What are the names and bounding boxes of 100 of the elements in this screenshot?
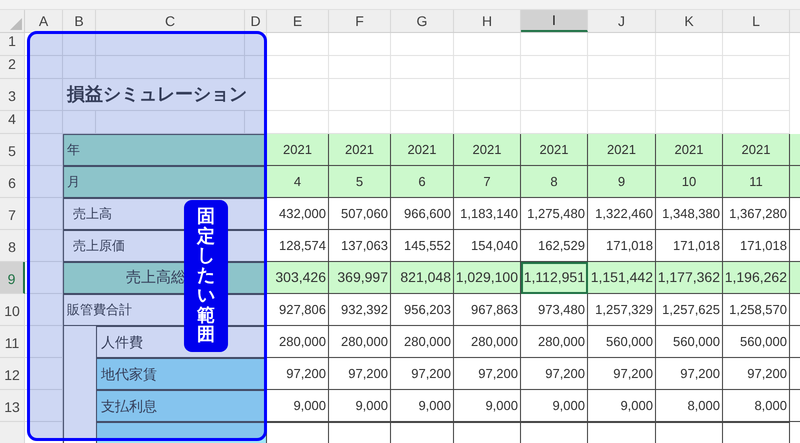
empty-cell [588, 33, 656, 56]
table-cell: 1,112,951 [521, 262, 588, 294]
row-header[interactable]: 10 [0, 294, 25, 326]
empty-cell [267, 33, 329, 56]
empty-cell [391, 56, 454, 79]
table-cell: 8,000 [656, 390, 723, 422]
table-cell: 6 [391, 166, 454, 198]
column-header[interactable]: L [723, 10, 790, 32]
table-cell: 8 [521, 166, 588, 198]
table-cell: 171,018 [723, 230, 790, 262]
empty-cell [723, 56, 790, 79]
table-cell: 1,257,329 [588, 294, 656, 326]
table-cell: 154,040 [454, 230, 521, 262]
row-header[interactable]: 9 [0, 262, 25, 294]
table-cell: 145,552 [391, 230, 454, 262]
table-cell: 128,574 [267, 230, 329, 262]
table-cell: 1,257,625 [656, 294, 723, 326]
table-cell: 2021 [723, 134, 790, 166]
table-cell: 927,806 [267, 294, 329, 326]
column-header[interactable]: D [245, 10, 267, 32]
empty-cell [267, 56, 329, 79]
table-cell: 7 [454, 166, 521, 198]
table-cell: 10 [656, 166, 723, 198]
table-cell: 月 [63, 166, 267, 198]
table-cell: 9,000 [521, 390, 588, 422]
empty-cell [656, 56, 723, 79]
table-cell: 1,151,442 [588, 262, 656, 294]
table-cell: 171,018 [588, 230, 656, 262]
empty-cell [723, 79, 790, 111]
column-header[interactable]: F [329, 10, 391, 32]
table-cell: 2021 [656, 134, 723, 166]
empty-cell [656, 33, 723, 56]
table-cell: 9,000 [329, 390, 391, 422]
row-header[interactable]: 6 [0, 166, 25, 198]
row-header[interactable]: 1 [0, 33, 25, 56]
row-header[interactable]: 3 [0, 79, 25, 111]
frozen-range-label: 固定したい範囲 [184, 200, 228, 352]
table-cell: 560,000 [723, 326, 790, 358]
empty-cell [329, 79, 391, 111]
column-header[interactable]: J [588, 10, 656, 32]
table-cell: 年 [63, 134, 267, 166]
empty-cell [588, 56, 656, 79]
table-cell: 171,018 [656, 230, 723, 262]
table-cell: 2021 [267, 134, 329, 166]
table-cell: 9,000 [588, 390, 656, 422]
table-cell: 97,200 [723, 358, 790, 390]
table-cell: 9,000 [267, 390, 329, 422]
row-header[interactable]: 7 [0, 198, 25, 230]
table-cell: 97,200 [656, 358, 723, 390]
table-cell: 369,997 [329, 262, 391, 294]
column-header[interactable]: B [63, 10, 96, 32]
column-header[interactable]: A [25, 10, 63, 32]
table-cell: 1,348,380 [656, 198, 723, 230]
column-header[interactable]: I [521, 10, 588, 32]
table-cell: 280,000 [329, 326, 391, 358]
table-cell: 2021 [521, 134, 588, 166]
table-cell: 932,392 [329, 294, 391, 326]
table-cell: 1,029,100 [454, 262, 521, 294]
table-cell: 162,529 [521, 230, 588, 262]
table-cell: 432,000 [267, 198, 329, 230]
row-header[interactable]: 4 [0, 111, 25, 134]
table-cell: 2021 [454, 134, 521, 166]
table-cell: 9,000 [454, 390, 521, 422]
empty-cell [454, 33, 521, 56]
row-header[interactable]: 12 [0, 358, 25, 390]
empty-cell [521, 79, 588, 111]
empty-cell [454, 56, 521, 79]
table-cell: 1,196,262 [723, 262, 790, 294]
empty-cell [588, 79, 656, 111]
table-cell: 地代家賃 [96, 358, 267, 390]
table-cell: 97,200 [391, 358, 454, 390]
table-cell: 507,060 [329, 198, 391, 230]
table-cell: 1,177,362 [656, 262, 723, 294]
table-cell: 2021 [588, 134, 656, 166]
table-cell: 11 [723, 166, 790, 198]
row-header[interactable]: 5 [0, 134, 25, 166]
table-cell: 280,000 [391, 326, 454, 358]
table-cell: 560,000 [588, 326, 656, 358]
table-cell: 956,203 [391, 294, 454, 326]
table-cell: 821,048 [391, 262, 454, 294]
select-all-icon[interactable] [10, 18, 22, 30]
column-header[interactable]: C [96, 10, 245, 32]
row-header[interactable]: 8 [0, 230, 25, 262]
column-header[interactable]: K [656, 10, 723, 32]
table-cell: 967,863 [454, 294, 521, 326]
table-cell: 97,200 [588, 358, 656, 390]
table-cell: 9,000 [391, 390, 454, 422]
row-header[interactable]: 13 [0, 390, 25, 422]
table-cell: 97,200 [454, 358, 521, 390]
table-cell: 2021 [391, 134, 454, 166]
row-header[interactable]: 11 [0, 326, 25, 358]
empty-cell [329, 33, 391, 56]
empty-cell [63, 56, 96, 79]
empty-cell [329, 56, 391, 79]
empty-cell [391, 33, 454, 56]
column-header[interactable]: E [267, 10, 329, 32]
row-header[interactable]: 2 [0, 56, 25, 79]
table-cell: 5 [329, 166, 391, 198]
column-header[interactable]: G [391, 10, 454, 32]
empty-cell [521, 56, 588, 79]
